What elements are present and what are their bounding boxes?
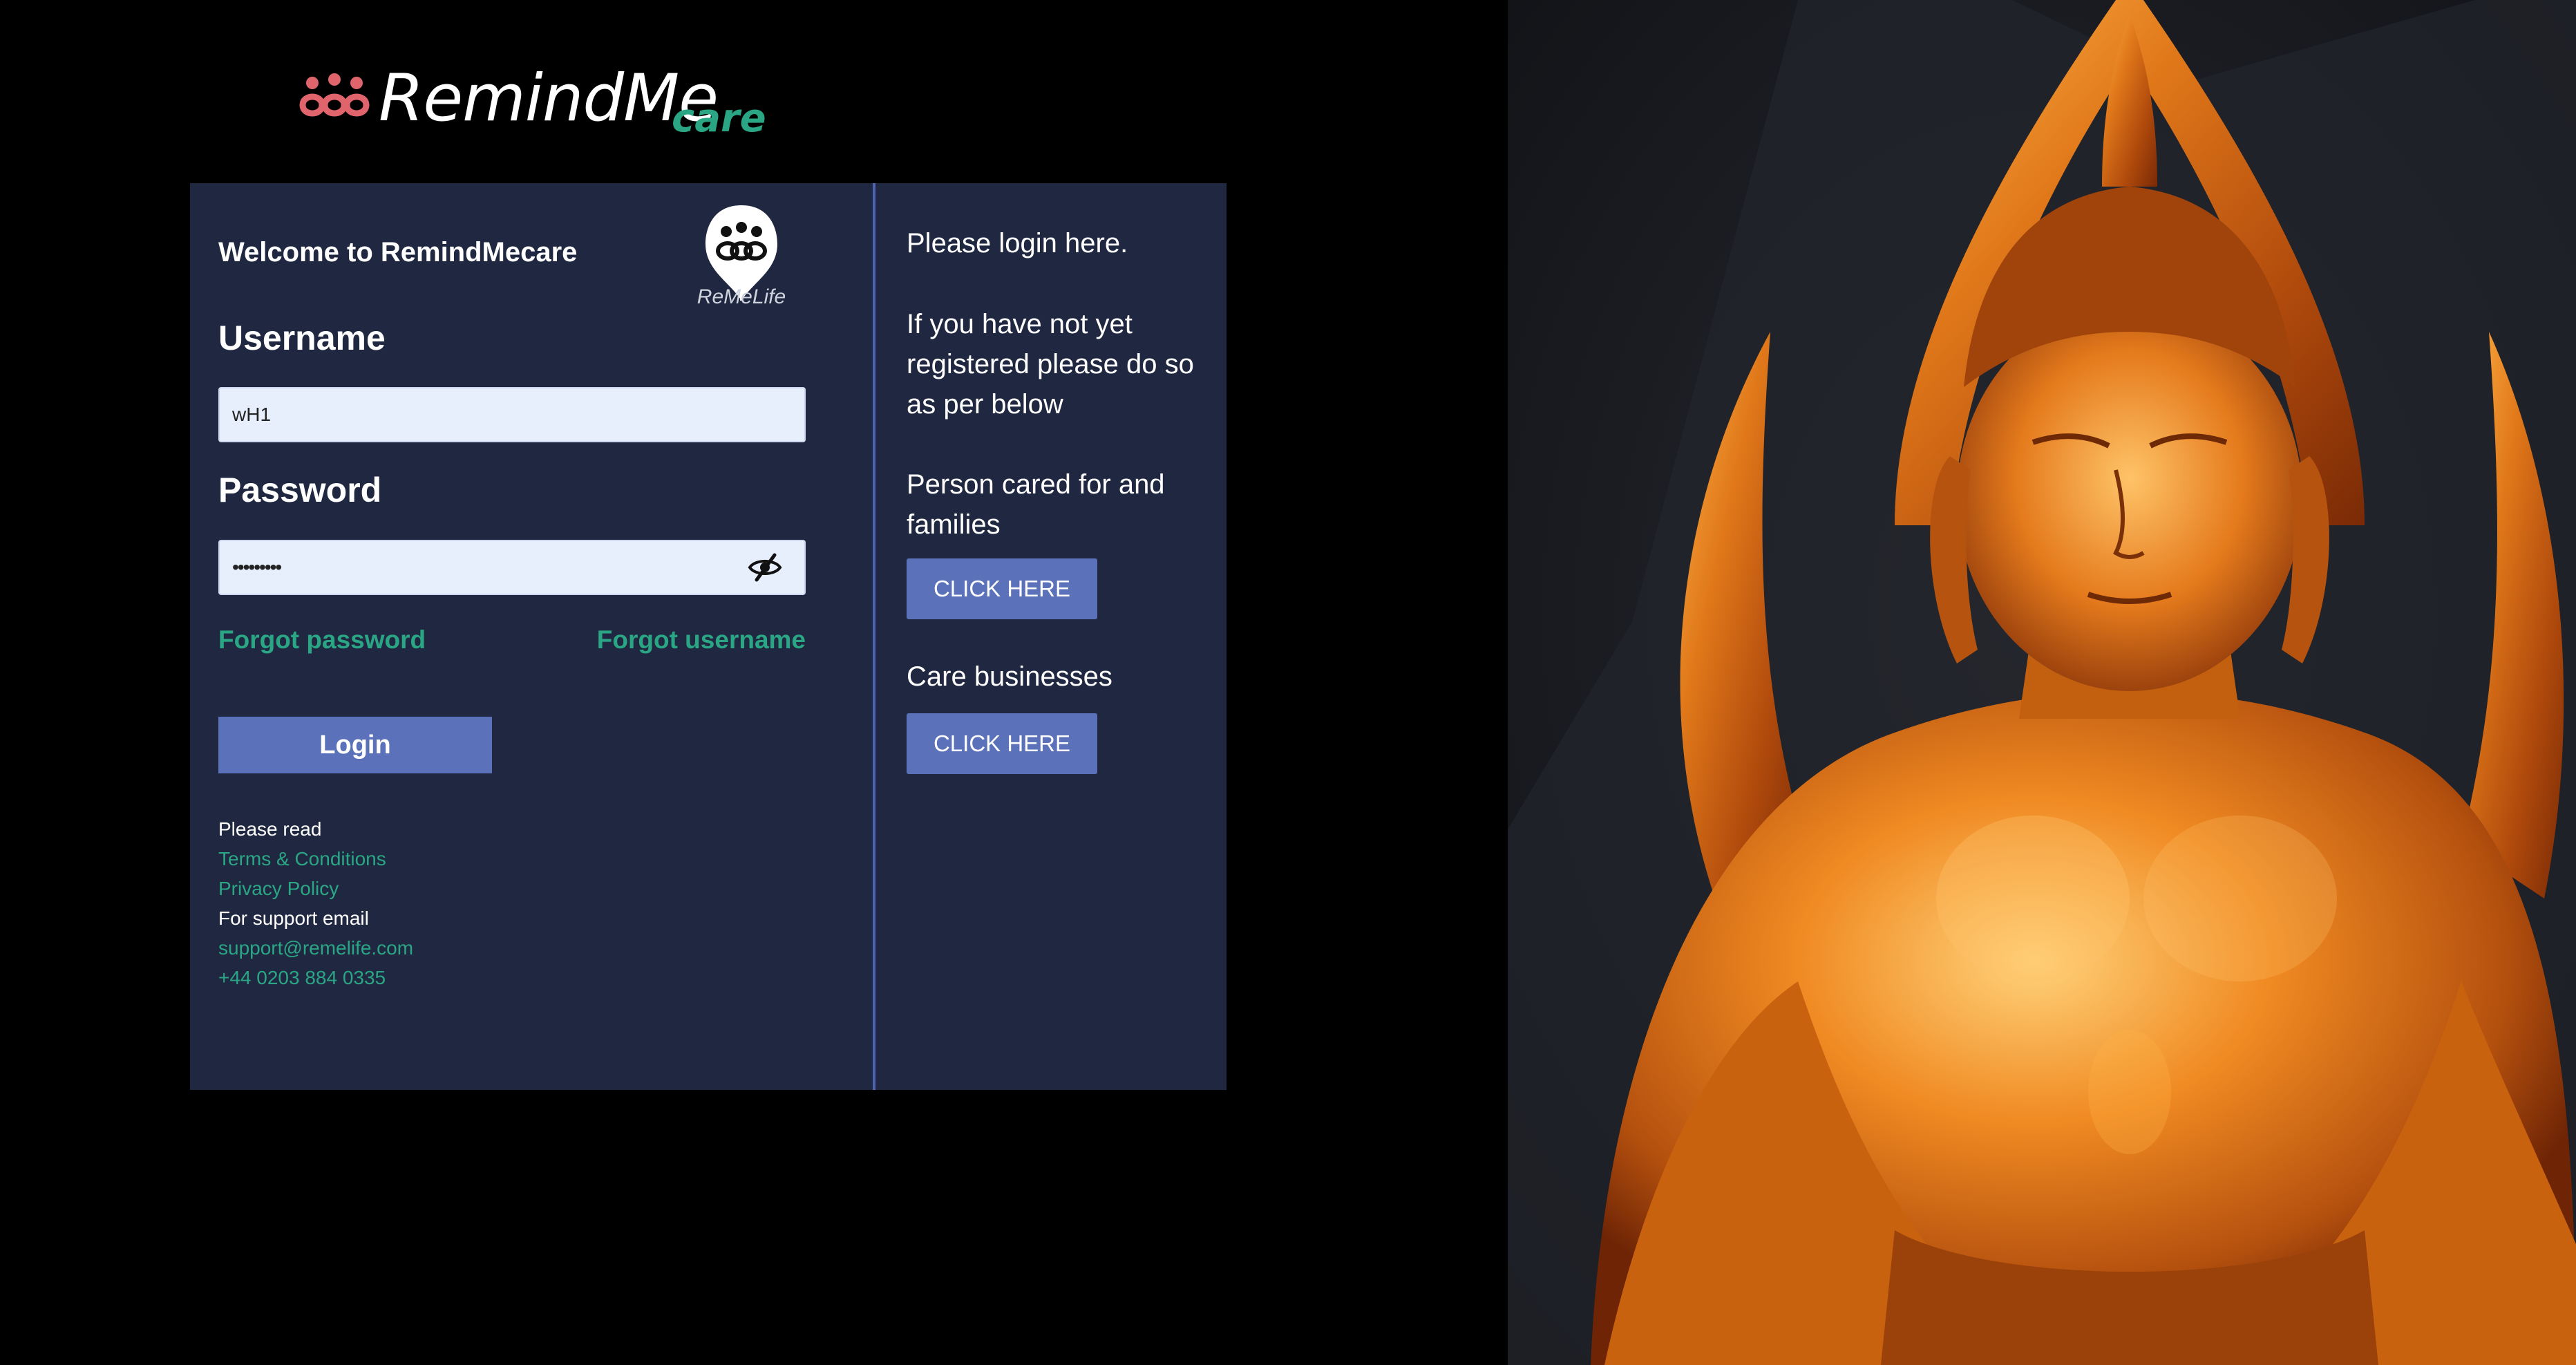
family-loop-icon xyxy=(299,73,370,117)
forgot-password-link[interactable]: Forgot password xyxy=(218,625,426,655)
support-email-link[interactable]: support@remelife.com xyxy=(218,933,413,963)
register-note: If you have not yet registered please do… xyxy=(907,309,1194,420)
password-label: Password xyxy=(218,471,382,509)
login-intro: Please login here. xyxy=(907,228,1128,258)
welcome-heading: Welcome to RemindMecare xyxy=(218,237,578,267)
buddha-statue-image xyxy=(1508,0,2576,1365)
brand-name: RemindMe xyxy=(379,61,719,136)
footer-info: Please read Terms & Conditions Privacy P… xyxy=(218,814,413,992)
support-label: For support email xyxy=(218,907,369,929)
support-phone-link[interactable]: +44 0203 884 0335 xyxy=(218,963,413,992)
login-form: Welcome to RemindMecare ReMeLife Usernam… xyxy=(190,183,873,1090)
terms-link[interactable]: Terms & Conditions xyxy=(218,844,413,874)
login-button[interactable]: Login xyxy=(218,717,492,773)
register-panel: Please login here. If you have not yet r… xyxy=(875,183,1227,1090)
eye-slash-icon[interactable] xyxy=(747,552,783,583)
buddha-illustration xyxy=(1508,0,2576,1365)
partner-logo-text: ReMeLife xyxy=(697,285,786,308)
login-card: Welcome to RemindMecare ReMeLife Usernam… xyxy=(190,183,1227,1090)
password-input[interactable] xyxy=(218,540,806,595)
forgot-username-link[interactable]: Forgot username xyxy=(597,625,806,655)
person-register-heading: Person cared for and families xyxy=(907,469,1165,540)
register-business-button[interactable]: CLICK HERE xyxy=(907,713,1097,774)
register-person-button[interactable]: CLICK HERE xyxy=(907,558,1097,619)
please-read-text: Please read xyxy=(218,818,322,840)
brand-suffix: care xyxy=(672,96,766,141)
username-input[interactable] xyxy=(218,387,806,442)
privacy-link[interactable]: Privacy Policy xyxy=(218,874,413,903)
business-register-heading: Care businesses xyxy=(907,661,1112,692)
username-label: Username xyxy=(218,319,386,357)
